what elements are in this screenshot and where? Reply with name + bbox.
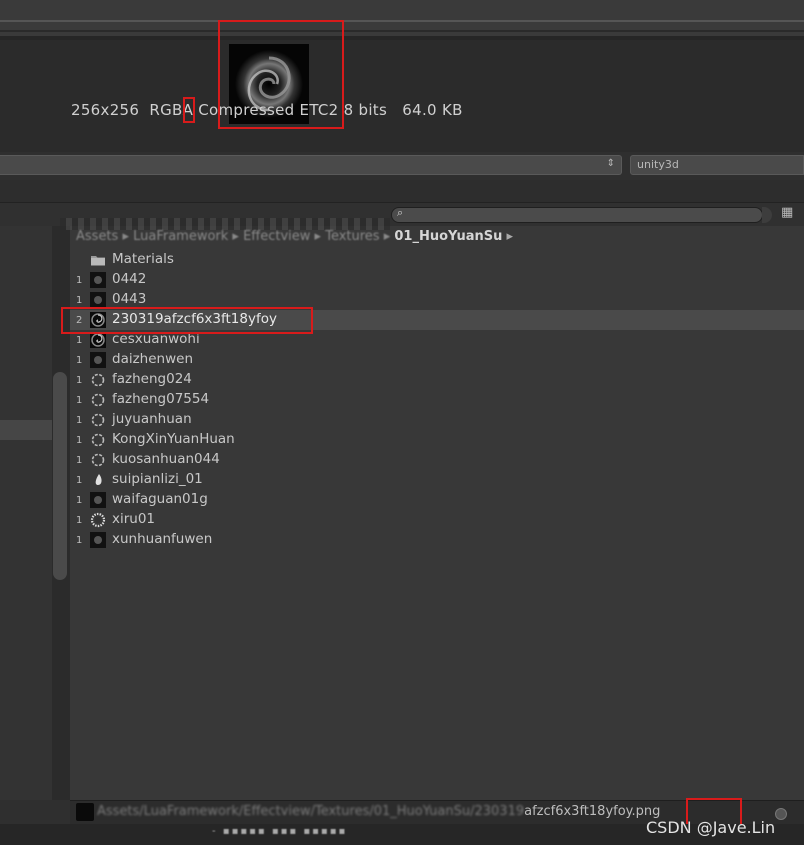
reference-count: 1 <box>76 475 83 486</box>
ring-texture-icon <box>90 452 106 468</box>
left-status-strip <box>0 800 70 824</box>
asset-name: Materials <box>112 251 174 267</box>
asset-name: suipianlizi_01 <box>112 471 203 487</box>
ring-texture-icon <box>90 372 106 388</box>
asset-row[interactable]: 1 0442 <box>70 270 804 290</box>
reference-count: 1 <box>76 295 83 306</box>
asset-name: juyuanhuan <box>112 411 192 427</box>
search-input[interactable] <box>391 207 763 223</box>
folder-row[interactable]: Materials <box>70 250 804 270</box>
breadcrumb-path[interactable]: Assets ▸ LuaFramework ▸ Effectview ▸ Tex… <box>76 229 390 244</box>
highlight-box-preview <box>218 20 344 129</box>
asset-name: daizhenwen <box>112 351 193 367</box>
asset-name: fazheng07554 <box>112 391 210 407</box>
asset-row[interactable]: 1 fazheng024 <box>70 370 804 390</box>
texture-thumb-icon <box>90 492 106 508</box>
asset-name: xunhuanfuwen <box>112 531 213 547</box>
reference-count: 1 <box>76 395 83 406</box>
selected-asset-path: Assets/LuaFramework/Effectview/Textures/… <box>97 804 660 819</box>
asset-row[interactable]: 1 kuosanhuan044 <box>70 450 804 470</box>
asset-row[interactable]: 1 suipianlizi_01 <box>70 470 804 490</box>
reference-count: 1 <box>76 335 83 346</box>
asset-path-prefix: Assets/LuaFramework/Effectview/Textures/… <box>97 804 525 819</box>
texture-thumb-icon <box>90 352 106 368</box>
reference-count: 1 <box>76 375 83 386</box>
breadcrumb: Assets ▸ LuaFramework ▸ Effectview ▸ Tex… <box>76 229 513 244</box>
texture-thumb-icon <box>90 292 106 308</box>
redacted-overlay-bottom: - ▪▪▪▪▪ ▪▪▪ ▪▪▪▪▪ <box>212 826 348 837</box>
highlight-box-selected-asset <box>61 307 313 334</box>
folder-tree-selected-item[interactable] <box>0 420 52 440</box>
asset-name: 0442 <box>112 271 147 287</box>
asset-name: waifaguan01g <box>112 491 208 507</box>
asset-name: xiru01 <box>112 511 156 527</box>
swirl-texture-icon <box>90 332 106 348</box>
asset-name: kuosanhuan044 <box>112 451 220 467</box>
reference-count: 1 <box>76 515 83 526</box>
reference-count: 1 <box>76 355 83 366</box>
asset-row[interactable]: 1 daizhenwen <box>70 350 804 370</box>
reference-count: 1 <box>76 435 83 446</box>
ring-texture-icon <box>90 432 106 448</box>
asset-row[interactable]: 1 xiru01 <box>70 510 804 530</box>
reference-count: 1 <box>76 415 83 426</box>
burst-texture-icon <box>90 512 106 528</box>
texture-thumb-icon <box>90 272 106 288</box>
icon-size-slider[interactable] <box>775 808 787 820</box>
scrollbar-thumb[interactable] <box>53 372 67 580</box>
watermark: CSDN @Jave.Lin <box>646 818 776 837</box>
folder-tree-panel[interactable] <box>0 226 52 826</box>
asset-name: fazheng024 <box>112 371 192 387</box>
reference-count: 1 <box>76 495 83 506</box>
breadcrumb-arrow-icon[interactable]: ▸ <box>507 229 514 244</box>
highlight-box-alpha <box>183 97 195 123</box>
asset-row[interactable]: 1 waifaguan01g <box>70 490 804 510</box>
search-icon: ⌕ <box>397 206 404 219</box>
reference-count: 1 <box>76 275 83 286</box>
selected-asset-icon <box>76 803 94 821</box>
asset-name: 0443 <box>112 291 147 307</box>
texture-thumb-icon <box>90 532 106 548</box>
ring-texture-icon <box>90 392 106 408</box>
reference-count: 1 <box>76 455 83 466</box>
asset-bundle-dropdown[interactable]: ⇕ <box>0 155 622 175</box>
asset-path-filename: afzcf6x3ft18yfoy.png <box>524 804 661 819</box>
asset-name: KongXinYuanHuan <box>112 431 235 447</box>
asset-row[interactable]: 1 xunhuanfuwen <box>70 530 804 550</box>
inspector-header-strip <box>0 0 804 40</box>
breadcrumb-current[interactable]: 01_HuoYuanSu <box>394 229 502 244</box>
ring-texture-icon <box>90 412 106 428</box>
drop-texture-icon <box>90 472 106 488</box>
panel-separator <box>0 180 804 202</box>
asset-bundle-variant-dropdown[interactable]: unity3d <box>630 155 804 175</box>
texture-preview-area <box>0 40 804 152</box>
asset-row[interactable]: 1 fazheng07554 <box>70 390 804 410</box>
folder-icon <box>90 252 106 268</box>
asset-row[interactable]: 1 juyuanhuan <box>70 410 804 430</box>
filter-icon[interactable]: ▦ <box>781 205 793 220</box>
dropdown-arrow-icon: ⇕ <box>606 158 615 169</box>
reference-count: 1 <box>76 535 83 546</box>
asset-row[interactable]: 1 KongXinYuanHuan <box>70 430 804 450</box>
